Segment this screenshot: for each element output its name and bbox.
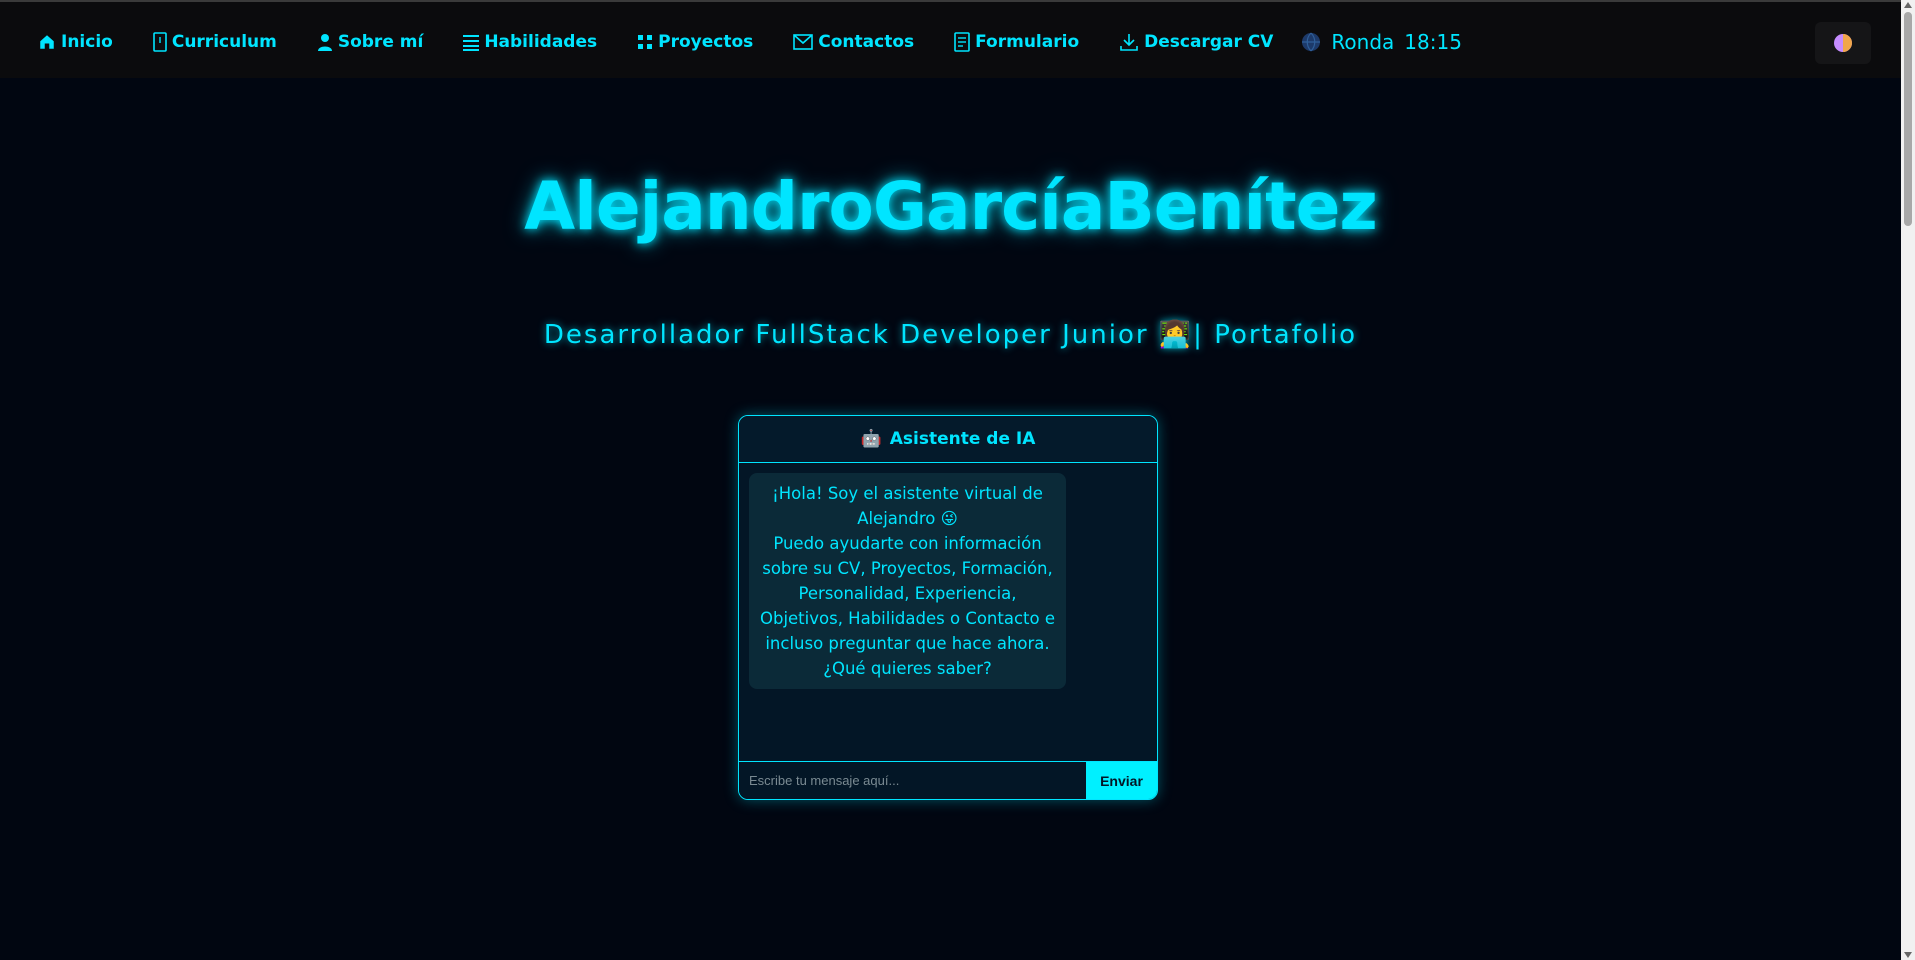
chat-input-row: Enviar [739, 761, 1157, 799]
nav-item-proyectos[interactable]: Proyectos [637, 32, 753, 52]
chat-header: 🤖 Asistente de IA [739, 416, 1157, 463]
scroll-up-icon[interactable] [1904, 2, 1912, 8]
assistant-message: ¡Hola! Soy el asistente virtual de Aleja… [749, 473, 1066, 689]
nav-item-contactos[interactable]: Contactos [793, 32, 914, 52]
grid-icon [638, 35, 653, 49]
form-icon [954, 32, 970, 52]
hero-subtitle: Desarrollador FullStack Developer Junior… [543, 320, 1358, 350]
clock-time: 18:15 [1404, 30, 1462, 54]
nav-item-descargar-cv[interactable]: Descargar CV [1119, 32, 1273, 52]
nav-item-label: Descargar CV [1144, 32, 1274, 52]
nav-item-inicio[interactable]: Inicio [38, 32, 113, 52]
hero-name: AlejandroGarcíaBenítez [524, 168, 1378, 245]
home-icon [40, 35, 54, 49]
envelope-icon [793, 34, 814, 50]
nav-menu: Inicio Curriculum Sobre mí Habilidades P… [38, 28, 1462, 56]
nav-item-sobre-mi[interactable]: Sobre mí [317, 32, 423, 52]
download-icon [1120, 34, 1138, 51]
nav-item-formulario[interactable]: Formulario [954, 32, 1079, 52]
nav-item-label: Sobre mí [337, 32, 424, 52]
clock-city: Ronda [1331, 30, 1395, 54]
nav-item-label: Formulario [975, 32, 1080, 52]
chat-messages: ¡Hola! Soy el asistente virtual de Aleja… [739, 463, 1157, 759]
globe-icon [1302, 32, 1321, 52]
robot-icon: 🤖 [860, 429, 882, 449]
nav-item-curriculum[interactable]: Curriculum [153, 32, 277, 52]
scrollbar-thumb[interactable] [1904, 12, 1912, 226]
nav-item-label: Curriculum [171, 32, 277, 52]
send-button[interactable]: Enviar [1086, 762, 1157, 799]
local-clock: Ronda 18:15 [1301, 30, 1462, 54]
nav-item-label: Habilidades [484, 32, 598, 52]
ai-chat-widget: 🤖 Asistente de IA ¡Hola! Soy el asistent… [738, 415, 1158, 800]
chat-title: Asistente de IA [889, 429, 1036, 449]
message-help: Puedo ayudarte con información sobre su … [759, 534, 1056, 678]
scroll-down-icon[interactable] [1904, 952, 1912, 958]
theme-toggle-button[interactable] [1815, 22, 1871, 64]
list-icon [463, 35, 480, 51]
chat-message-input[interactable] [739, 762, 1086, 799]
document-icon [153, 32, 167, 52]
theme-toggle-icon [1834, 34, 1852, 52]
top-navbar: Inicio Curriculum Sobre mí Habilidades P… [0, 0, 1901, 78]
user-icon [317, 34, 332, 51]
scrollbar[interactable] [1901, 0, 1915, 960]
message-greeting: ¡Hola! Soy el asistente virtual de Aleja… [772, 484, 1043, 528]
nav-item-label: Proyectos [658, 32, 754, 52]
nav-item-label: Contactos [818, 32, 915, 52]
nav-item-label: Inicio [61, 32, 113, 52]
nav-item-habilidades[interactable]: Habilidades [463, 32, 597, 52]
